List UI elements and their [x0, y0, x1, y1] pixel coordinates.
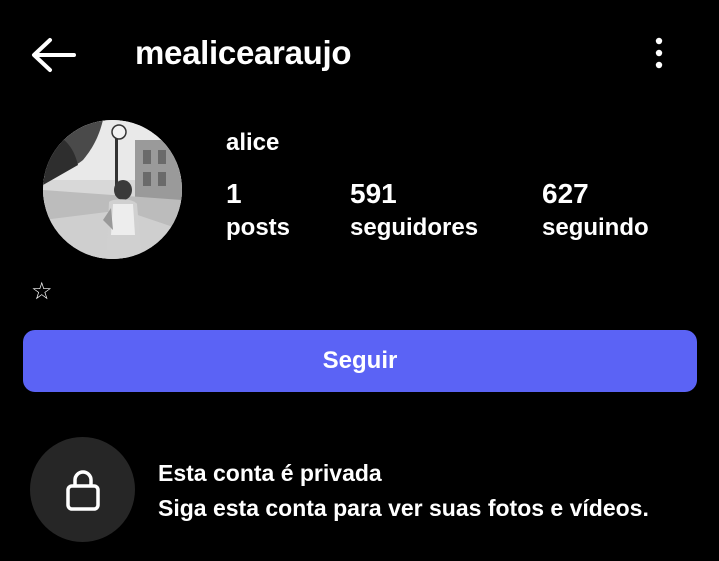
arrow-left-icon: [32, 38, 76, 72]
stat-following[interactable]: 627 seguindo: [542, 176, 649, 244]
back-button[interactable]: [30, 36, 76, 74]
profile-bio: ☆: [31, 278, 53, 305]
private-account-title: Esta conta é privada: [158, 460, 382, 486]
follow-button[interactable]: Seguir: [23, 330, 697, 392]
posts-count: 1: [226, 178, 242, 209]
stat-followers[interactable]: 591 seguidores: [350, 176, 478, 244]
lock-icon: [65, 469, 100, 511]
more-vertical-icon: [655, 37, 663, 69]
profile-username: mealicearaujo: [135, 34, 352, 71]
followers-label: seguidores: [350, 214, 479, 241]
lock-badge: [30, 437, 135, 542]
private-account-subtitle: Siga esta conta para ver suas fotos e ví…: [158, 495, 649, 521]
more-options-button[interactable]: [646, 36, 672, 72]
stat-posts[interactable]: 1 posts: [226, 176, 290, 244]
followers-count: 591: [350, 178, 397, 209]
posts-label: posts: [226, 214, 291, 241]
avatar[interactable]: [43, 120, 182, 259]
following-label: seguindo: [542, 214, 649, 241]
profile-photo: [43, 120, 182, 259]
display-name: alice: [226, 129, 280, 156]
following-count: 627: [542, 178, 589, 209]
